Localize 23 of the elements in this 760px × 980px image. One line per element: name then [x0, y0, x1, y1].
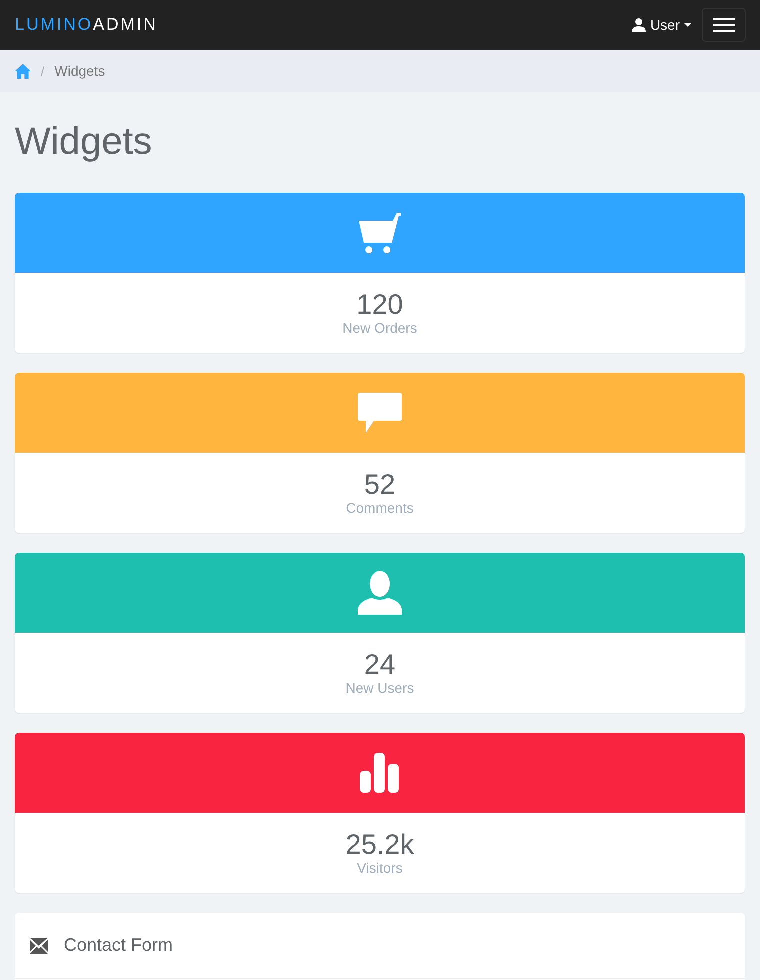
stat-label: New Orders [342, 320, 418, 336]
bar-chart-icon [360, 753, 400, 793]
menu-button[interactable] [702, 8, 746, 42]
stat-value: 52 [364, 470, 396, 500]
user-icon [358, 571, 402, 615]
page-title: Widgets [15, 120, 154, 165]
stat-label: Visitors [357, 860, 403, 876]
stat-label: Comments [346, 500, 414, 516]
cart-icon [359, 211, 401, 255]
stat-value: 24 [364, 650, 396, 680]
breadcrumb-separator: / [41, 64, 45, 78]
brand-logo[interactable]: LUMINOADMIN [15, 15, 158, 35]
stat-label: New Users [346, 680, 414, 696]
user-icon [632, 18, 646, 32]
caret-icon [684, 23, 692, 27]
panel-title: Contact Form [64, 935, 174, 956]
stat-value: 120 [356, 290, 404, 320]
speech-bubble-icon [358, 393, 402, 433]
breadcrumb-current: Widgets [54, 63, 106, 79]
envelope-icon [30, 938, 48, 954]
menu-icon [713, 18, 735, 32]
stat-value: 25.2k [346, 830, 414, 860]
user-menu[interactable]: User [632, 17, 692, 33]
